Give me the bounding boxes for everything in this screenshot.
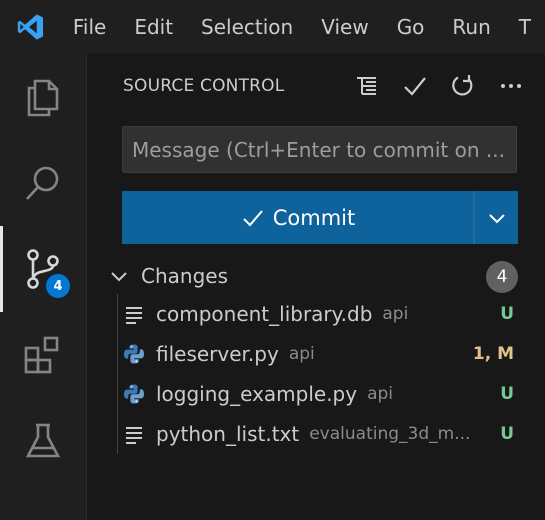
more-actions-button[interactable] (487, 68, 535, 104)
list-item[interactable]: fileserver.py api 1, M (123, 334, 518, 374)
chevron-down-icon (488, 213, 505, 223)
commit-dropdown-button[interactable] (475, 191, 518, 244)
file-directory: evaluating_3d_m... (309, 424, 471, 444)
file-name: logging_example.py (156, 382, 358, 406)
file-status: U (500, 304, 514, 324)
files-icon (27, 79, 59, 117)
source-control-button[interactable]: 4 (0, 226, 86, 312)
menu-terminal[interactable]: T (505, 0, 545, 54)
menu-file[interactable]: File (59, 0, 120, 54)
changes-label: Changes (141, 264, 228, 288)
python-file-icon (123, 343, 145, 365)
commit-check-button[interactable] (391, 68, 439, 104)
changes-group-header[interactable]: Changes 4 (109, 259, 524, 293)
file-status: 1, M (472, 344, 514, 364)
menu-selection[interactable]: Selection (187, 0, 307, 54)
panel-title: SOURCE CONTROL (123, 76, 285, 96)
text-file-icon (123, 423, 145, 445)
menu-bar: File Edit Selection View Go Run T (0, 0, 545, 54)
activity-bar: 4 (0, 54, 86, 520)
testing-icon (25, 423, 61, 458)
file-name: fileserver.py (156, 342, 279, 366)
list-item[interactable]: component_library.db api U (123, 294, 518, 334)
menu-view[interactable]: View (307, 0, 382, 54)
menu-edit[interactable]: Edit (120, 0, 187, 54)
refresh-button[interactable] (439, 68, 487, 104)
explorer-button[interactable] (0, 54, 86, 140)
file-name: python_list.txt (156, 422, 300, 446)
file-directory: api (288, 344, 315, 364)
source-control-badge: 4 (44, 272, 72, 300)
search-button[interactable] (0, 140, 86, 226)
panel-toolbar (343, 68, 535, 104)
commit-check-icon (404, 77, 426, 96)
list-item[interactable]: logging_example.py api U (123, 374, 518, 414)
testing-button[interactable] (0, 398, 86, 484)
tree-indent-guide (117, 294, 118, 454)
more-actions-icon (501, 84, 521, 88)
list-item[interactable]: python_list.txt evaluating_3d_m... U (123, 414, 518, 454)
chevron-down-icon (111, 272, 127, 282)
file-status: U (500, 424, 514, 444)
file-status: U (500, 384, 514, 404)
source-control-panel: SOURCE CONTROL Commit (86, 54, 545, 520)
view-as-tree-icon (357, 77, 376, 95)
extensions-icon (24, 336, 59, 374)
vscode-logo-icon (17, 14, 44, 40)
file-directory: api (367, 384, 394, 404)
refresh-icon (452, 75, 473, 96)
text-file-icon (123, 303, 145, 325)
commit-button[interactable]: Commit (122, 191, 474, 244)
commit-message-input[interactable] (122, 126, 517, 173)
commit-button-label: Commit (272, 205, 356, 230)
view-as-tree-button[interactable] (343, 68, 391, 104)
menu-run[interactable]: Run (438, 0, 504, 54)
menu-go[interactable]: Go (383, 0, 439, 54)
check-icon (243, 209, 263, 226)
file-name: component_library.db (156, 302, 373, 326)
python-file-icon (123, 383, 145, 405)
search-icon (26, 166, 59, 200)
changes-count-badge: 4 (486, 261, 518, 293)
file-directory: api (382, 304, 409, 324)
extensions-button[interactable] (0, 312, 86, 398)
